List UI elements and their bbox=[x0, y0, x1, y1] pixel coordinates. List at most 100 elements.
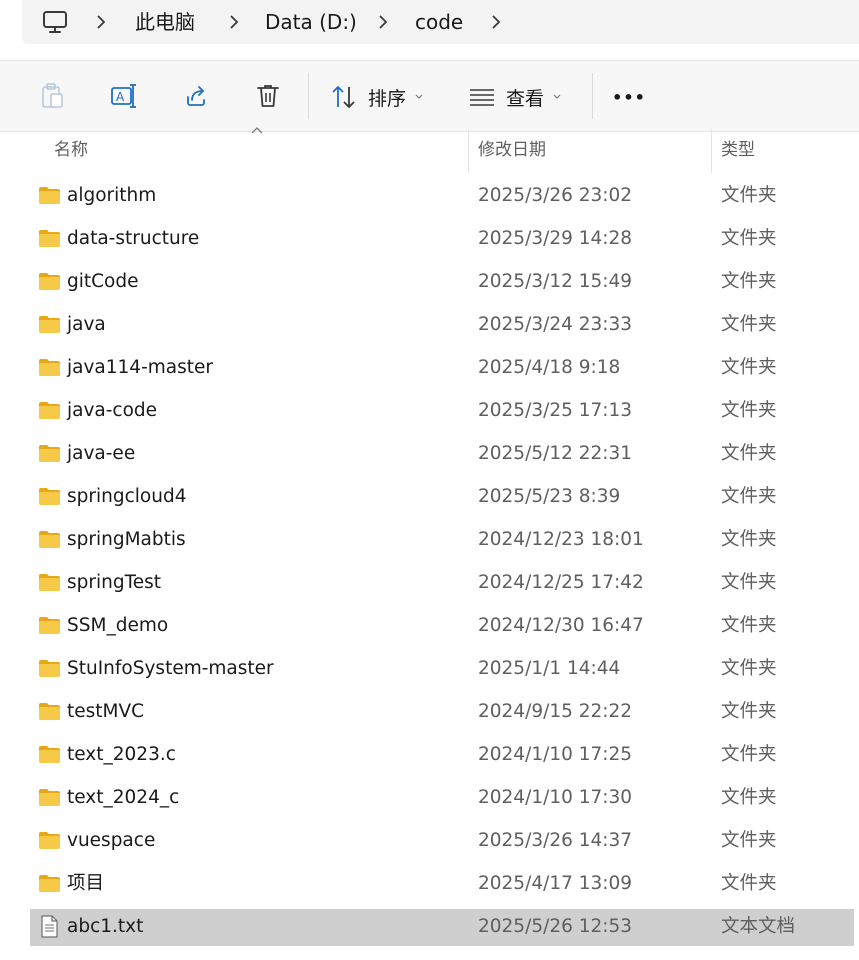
folder-icon bbox=[39, 445, 60, 462]
file-type: 文件夹 bbox=[721, 787, 777, 808]
file-date-modified: 2025/3/12 15:49 bbox=[478, 271, 633, 292]
file-date-modified: 2025/4/18 9:18 bbox=[478, 357, 621, 378]
toolbar-divider bbox=[308, 73, 309, 119]
file-row[interactable]: java 2025/3/24 23:33 文件夹 bbox=[30, 307, 854, 344]
file-name: abc1.txt bbox=[67, 916, 144, 937]
file-date-modified: 2025/3/24 23:33 bbox=[478, 314, 633, 335]
clipboard-icon bbox=[42, 83, 63, 108]
file-name: gitCode bbox=[67, 271, 139, 292]
file-type: 文件夹 bbox=[721, 443, 777, 464]
chevron-down-icon bbox=[553, 94, 561, 99]
file-name: springcloud4 bbox=[67, 486, 187, 507]
file-name: testMVC bbox=[67, 701, 145, 722]
file-date-modified: 2024/1/10 17:25 bbox=[478, 744, 633, 765]
file-date-modified: 2025/3/25 17:13 bbox=[478, 400, 633, 421]
file-row[interactable]: text_2024_c 2024/1/10 17:30 文件夹 bbox=[30, 780, 854, 817]
toolbar-divider bbox=[592, 73, 593, 119]
file-row[interactable]: java-ee 2025/5/12 22:31 文件夹 bbox=[30, 436, 854, 473]
chevron-down-icon bbox=[415, 94, 423, 99]
folder-icon bbox=[39, 746, 60, 763]
folder-icon bbox=[39, 273, 60, 290]
folder-icon bbox=[39, 617, 60, 634]
file-name: java114-master bbox=[67, 357, 213, 378]
file-type: 文件夹 bbox=[721, 357, 777, 378]
file-row[interactable]: abc1.txt 2025/5/26 12:53 文本文档 bbox=[30, 909, 854, 946]
file-date-modified: 2025/5/12 22:31 bbox=[478, 443, 633, 464]
breadcrumb-item-drive[interactable]: Data (D:) bbox=[265, 8, 357, 36]
column-divider[interactable] bbox=[468, 129, 469, 173]
file-name: vuespace bbox=[67, 830, 156, 851]
sort-label: 排序 bbox=[368, 87, 407, 110]
file-row[interactable]: springcloud4 2025/5/23 8:39 文件夹 bbox=[30, 479, 854, 516]
breadcrumb-item-this-pc[interactable]: 此电脑 bbox=[135, 8, 195, 36]
file-date-modified: 2025/5/23 8:39 bbox=[478, 486, 621, 507]
view-button[interactable]: 查看 bbox=[468, 81, 562, 113]
breadcrumb-item-code[interactable]: code bbox=[415, 8, 463, 36]
file-type: 文件夹 bbox=[721, 185, 777, 206]
chevron-right-icon[interactable] bbox=[374, 13, 392, 31]
sort-button[interactable]: 排序 bbox=[330, 81, 424, 113]
column-header: 名称 修改日期 类型 bbox=[0, 127, 859, 173]
file-name: java-ee bbox=[67, 443, 136, 464]
folder-icon bbox=[39, 402, 60, 419]
sort-ascending-icon bbox=[251, 127, 263, 134]
column-date-modified[interactable]: 修改日期 bbox=[478, 137, 546, 163]
folder-icon bbox=[39, 230, 60, 247]
folder-icon bbox=[39, 359, 60, 376]
computer-icon[interactable] bbox=[42, 9, 68, 35]
file-row[interactable]: 项目 2025/4/17 13:09 文件夹 bbox=[30, 866, 854, 903]
folder-icon bbox=[39, 703, 60, 720]
file-date-modified: 2024/12/23 18:01 bbox=[478, 529, 644, 550]
delete-button[interactable] bbox=[252, 79, 284, 113]
file-row[interactable]: data-structure 2025/3/29 14:28 文件夹 bbox=[30, 221, 854, 258]
file-type: 文件夹 bbox=[721, 744, 777, 765]
list-view-icon bbox=[470, 89, 494, 106]
share-button[interactable] bbox=[180, 79, 212, 113]
file-date-modified: 2025/5/26 12:53 bbox=[478, 916, 633, 937]
file-date-modified: 2025/4/17 13:09 bbox=[478, 873, 633, 894]
file-name: text_2023.c bbox=[67, 744, 176, 765]
more-options-button[interactable]: ••• bbox=[608, 81, 650, 113]
copy-button[interactable] bbox=[36, 79, 68, 113]
column-divider[interactable] bbox=[711, 129, 712, 173]
file-row[interactable]: springTest 2024/12/25 17:42 文件夹 bbox=[30, 565, 854, 602]
more-icon: ••• bbox=[612, 87, 646, 107]
file-name: StuInfoSystem-master bbox=[67, 658, 274, 679]
file-row[interactable]: SSM_demo 2024/12/30 16:47 文件夹 bbox=[30, 608, 854, 645]
file-row[interactable]: text_2023.c 2024/1/10 17:25 文件夹 bbox=[30, 737, 854, 774]
file-name: springMabtis bbox=[67, 529, 186, 550]
file-type: 文件夹 bbox=[721, 830, 777, 851]
chevron-right-icon[interactable] bbox=[92, 13, 110, 31]
column-name[interactable]: 名称 bbox=[54, 137, 88, 163]
file-type: 文件夹 bbox=[721, 400, 777, 421]
command-bar: A 排序 查看 ••• bbox=[0, 60, 859, 132]
column-type[interactable]: 类型 bbox=[721, 137, 755, 163]
rename-button[interactable]: A bbox=[108, 79, 140, 113]
text-file-icon bbox=[41, 915, 58, 938]
address-bar[interactable]: 此电脑 Data (D:) code bbox=[0, 0, 859, 44]
file-row[interactable]: algorithm 2025/3/26 23:02 文件夹 bbox=[30, 178, 854, 215]
file-type: 文件夹 bbox=[721, 701, 777, 722]
file-type: 文件夹 bbox=[721, 658, 777, 679]
chevron-right-icon[interactable] bbox=[225, 13, 243, 31]
file-row[interactable]: StuInfoSystem-master 2025/1/1 14:44 文件夹 bbox=[30, 651, 854, 688]
file-row[interactable]: gitCode 2025/3/12 15:49 文件夹 bbox=[30, 264, 854, 301]
file-date-modified: 2025/3/29 14:28 bbox=[478, 228, 633, 249]
file-row[interactable]: testMVC 2024/9/15 22:22 文件夹 bbox=[30, 694, 854, 731]
folder-icon bbox=[39, 832, 60, 849]
file-date-modified: 2025/3/26 23:02 bbox=[478, 185, 633, 206]
file-date-modified: 2024/1/10 17:30 bbox=[478, 787, 633, 808]
file-row[interactable]: java114-master 2025/4/18 9:18 文件夹 bbox=[30, 350, 854, 387]
file-row[interactable]: springMabtis 2024/12/23 18:01 文件夹 bbox=[30, 522, 854, 559]
file-date-modified: 2025/1/1 14:44 bbox=[478, 658, 621, 679]
file-name: algorithm bbox=[67, 185, 157, 206]
file-name: 项目 bbox=[67, 873, 105, 894]
folder-icon bbox=[39, 789, 60, 806]
file-row[interactable]: java-code 2025/3/25 17:13 文件夹 bbox=[30, 393, 854, 430]
folder-icon bbox=[39, 187, 60, 204]
folder-icon bbox=[39, 660, 60, 677]
file-type: 文件夹 bbox=[721, 529, 777, 550]
chevron-right-icon[interactable] bbox=[487, 13, 505, 31]
file-date-modified: 2024/12/30 16:47 bbox=[478, 615, 644, 636]
file-row[interactable]: vuespace 2025/3/26 14:37 文件夹 bbox=[30, 823, 854, 860]
